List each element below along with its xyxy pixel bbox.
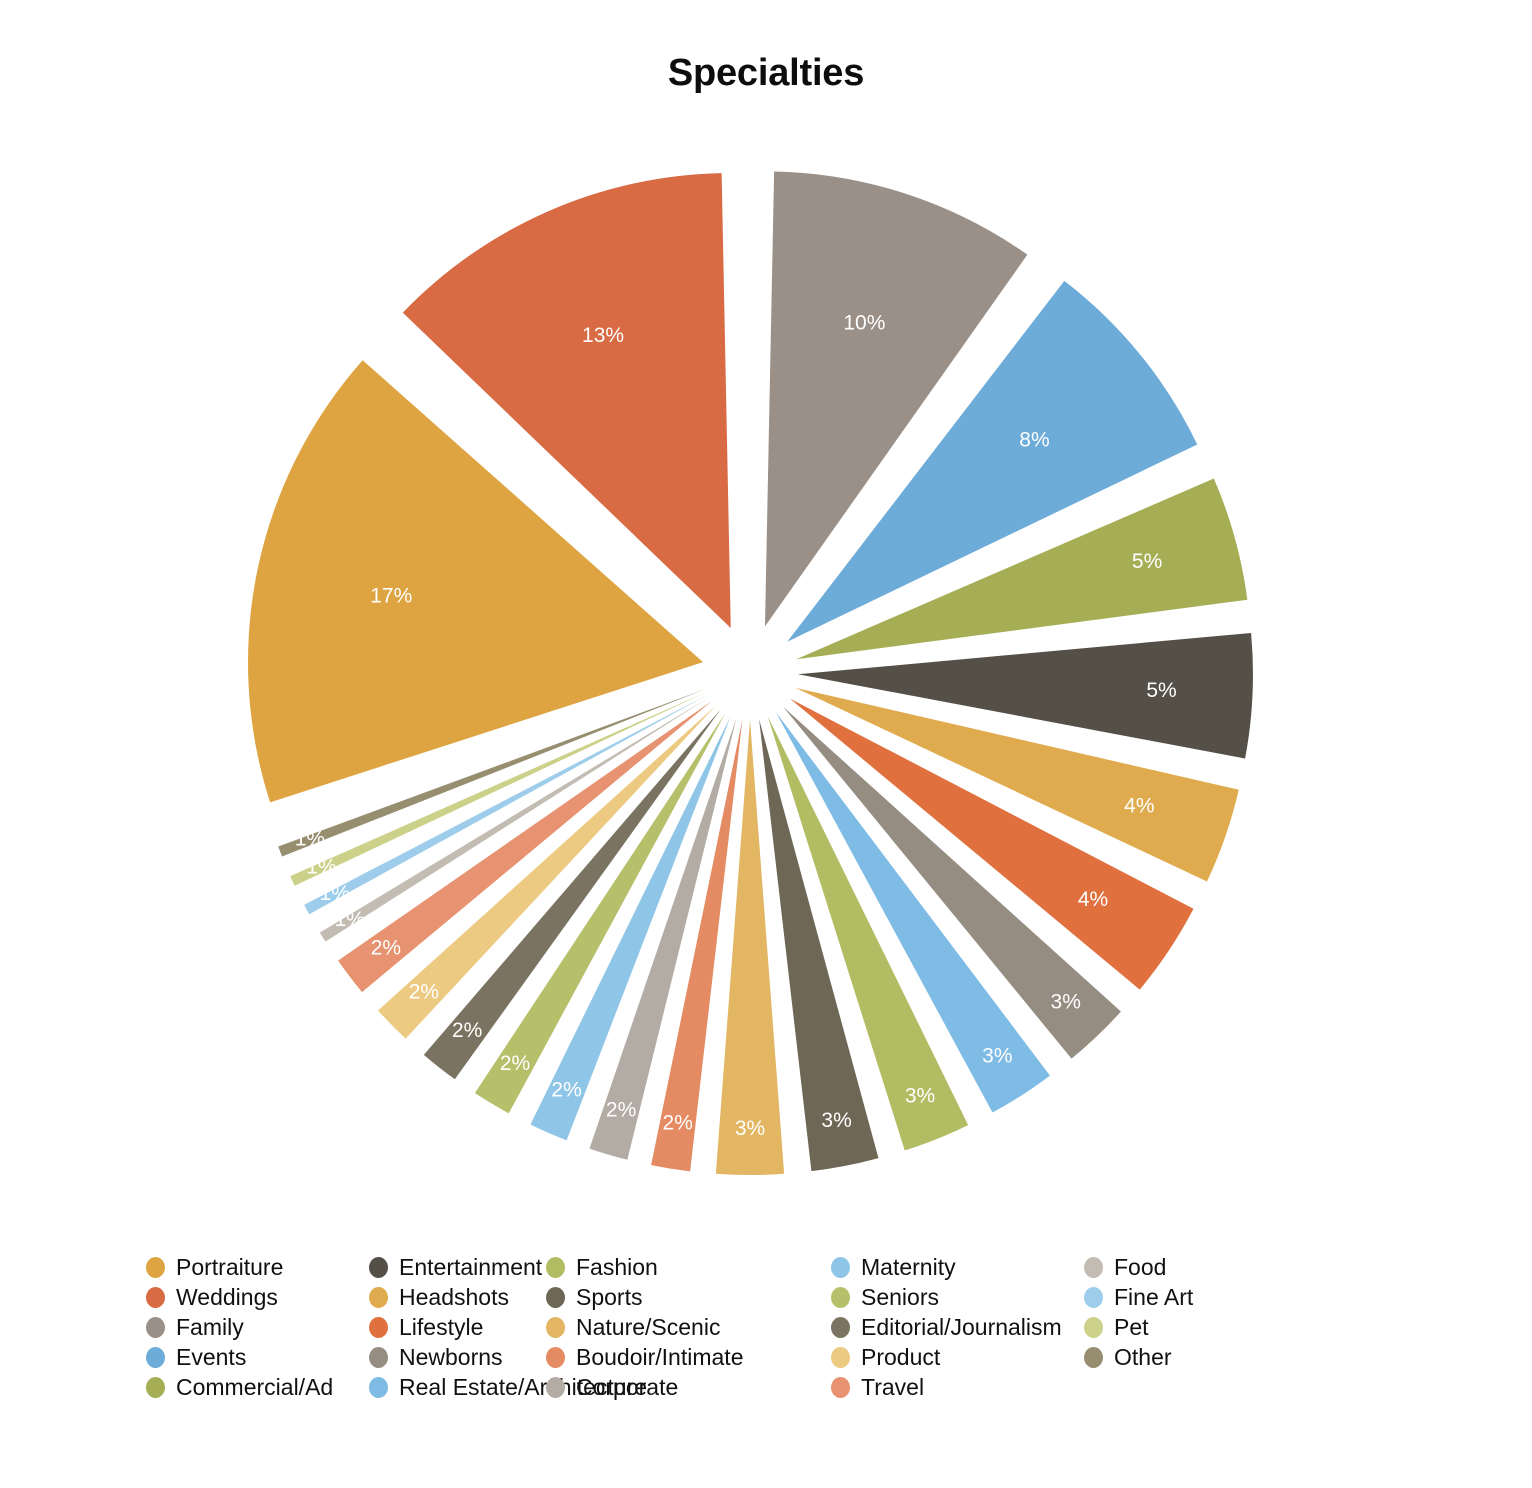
legend-item-label: Product — [861, 1343, 941, 1370]
legend-swatch-icon — [146, 1316, 165, 1338]
pie-slice-label: 10% — [843, 311, 885, 334]
pie-slice-label: 3% — [821, 1109, 851, 1132]
pie-slice-label: 1% — [334, 908, 364, 931]
legend-item-label: Editorial/Journalism — [861, 1313, 1062, 1340]
pie-slice-label: 1% — [295, 828, 325, 851]
legend-swatch-icon — [146, 1286, 165, 1308]
legend-item[interactable]: Events — [146, 1342, 369, 1372]
legend-item-label: Family — [176, 1313, 244, 1340]
legend-item[interactable]: Fine Art — [1084, 1282, 1446, 1312]
pie-slice-label: 13% — [582, 324, 624, 347]
pie-slice-label: 1% — [320, 882, 350, 905]
legend-item-label: Travel — [861, 1373, 925, 1400]
legend-swatch-icon — [1084, 1286, 1103, 1308]
legend-item[interactable]: Nature/Scenic — [546, 1312, 831, 1342]
legend-swatch-icon — [369, 1346, 388, 1368]
pie-slice-label: 8% — [1019, 428, 1049, 451]
pie-slice-label: 1% — [306, 855, 336, 878]
legend-item-label: Corporate — [576, 1373, 679, 1400]
pie-slice-label: 4% — [1124, 794, 1154, 817]
legend-item[interactable]: Headshots — [369, 1282, 546, 1312]
pie-slice-label: 5% — [1132, 550, 1162, 573]
pie-slice-label: 2% — [551, 1079, 581, 1102]
legend-swatch-icon — [546, 1316, 565, 1338]
legend-item-label: Other — [1114, 1343, 1172, 1370]
legend-swatch-icon — [146, 1346, 165, 1368]
legend-item[interactable]: Family — [146, 1312, 369, 1342]
legend-item-label: Nature/Scenic — [576, 1313, 721, 1340]
legend-item[interactable]: Travel — [831, 1372, 1084, 1402]
legend-swatch-icon — [146, 1256, 165, 1278]
legend-swatch-icon — [546, 1346, 565, 1368]
legend-item[interactable]: Sports — [546, 1282, 831, 1312]
legend-item[interactable]: Corporate — [546, 1372, 831, 1402]
legend-item[interactable]: Fashion — [546, 1252, 831, 1282]
legend-item-label: Food — [1114, 1253, 1167, 1280]
legend-item[interactable]: Weddings — [146, 1282, 369, 1312]
legend-item[interactable]: Lifestyle — [369, 1312, 546, 1342]
pie-slice-label: 4% — [1078, 888, 1108, 911]
legend-swatch-icon — [546, 1376, 565, 1398]
legend-item[interactable]: Newborns — [369, 1342, 546, 1372]
legend-item-label: Commercial/Ad — [176, 1373, 334, 1400]
legend-item[interactable]: Editorial/Journalism — [831, 1312, 1084, 1342]
pie-slice-label: 3% — [982, 1044, 1012, 1067]
legend-swatch-icon — [831, 1256, 850, 1278]
pie-slice-label: 17% — [370, 584, 412, 607]
legend-swatch-icon — [369, 1316, 388, 1338]
pie-slice-label: 3% — [1051, 991, 1081, 1014]
legend-item[interactable]: Boudoir/Intimate — [546, 1342, 831, 1372]
pie-slice-label: 5% — [1146, 679, 1176, 702]
legend-swatch-icon — [1084, 1346, 1103, 1368]
legend-item[interactable]: Real Estate/Architecture — [369, 1372, 647, 1402]
legend-swatch-icon — [831, 1286, 850, 1308]
legend-item-label: Fine Art — [1114, 1283, 1194, 1310]
legend-item[interactable]: Commercial/Ad — [146, 1372, 369, 1402]
legend-item-label: Entertainment — [399, 1253, 543, 1280]
legend-item[interactable]: Maternity — [831, 1252, 1084, 1282]
chart-legend: Portraiture Entertainment Fashion Maternity… — [146, 1252, 1446, 1402]
pie-slice-label: 2% — [500, 1052, 530, 1075]
legend-item-label: Headshots — [399, 1283, 509, 1310]
pie-slice-label: 2% — [452, 1019, 482, 1042]
legend-item-label: Seniors — [861, 1283, 939, 1310]
pie-slice-label: 2% — [606, 1099, 636, 1122]
legend-item[interactable]: Portraiture — [146, 1252, 369, 1282]
legend-swatch-icon — [831, 1376, 850, 1398]
legend-item-label: Boudoir/Intimate — [576, 1343, 744, 1370]
legend-item-label: Lifestyle — [399, 1313, 484, 1340]
pie-chart-figure: Specialties 10% 8% 5% 5% 4% 4% 3% 3% 3% 3% 3% 2% 2% 2… — [0, 0, 1532, 1488]
pie-slices — [248, 171, 1253, 1175]
legend-swatch-icon — [1084, 1316, 1103, 1338]
legend-item-label: Weddings — [176, 1283, 278, 1310]
legend-item-label: Fashion — [576, 1253, 658, 1280]
legend-swatch-icon — [831, 1316, 850, 1338]
legend-item[interactable]: Product — [831, 1342, 1084, 1372]
legend-swatch-icon — [369, 1376, 388, 1398]
pie-slice-label: 3% — [735, 1117, 765, 1140]
legend-item-label: Pet — [1114, 1313, 1149, 1340]
pie-slice-label: 2% — [663, 1111, 693, 1134]
legend-swatch-icon — [369, 1286, 388, 1308]
legend-item-label: Newborns — [399, 1343, 503, 1370]
legend-swatch-icon — [546, 1256, 565, 1278]
pie-slice-label: 2% — [409, 980, 439, 1003]
pie-slice-label: 2% — [371, 937, 401, 960]
legend-swatch-icon — [546, 1286, 565, 1308]
legend-swatch-icon — [831, 1346, 850, 1368]
legend-item-label: Sports — [576, 1283, 643, 1310]
legend-item[interactable]: Seniors — [831, 1282, 1084, 1312]
legend-item-label: Maternity — [861, 1253, 956, 1280]
legend-item-label: Events — [176, 1343, 247, 1370]
legend-item[interactable]: Entertainment — [369, 1252, 546, 1282]
legend-item-label: Portraiture — [176, 1253, 284, 1280]
legend-item[interactable]: Other — [1084, 1342, 1446, 1372]
legend-item[interactable]: Pet — [1084, 1312, 1446, 1342]
legend-item[interactable]: Food — [1084, 1252, 1446, 1282]
legend-swatch-icon — [369, 1256, 388, 1278]
pie-slice-label: 3% — [905, 1084, 935, 1107]
legend-swatch-icon — [1084, 1256, 1103, 1278]
legend-swatch-icon — [146, 1376, 165, 1398]
